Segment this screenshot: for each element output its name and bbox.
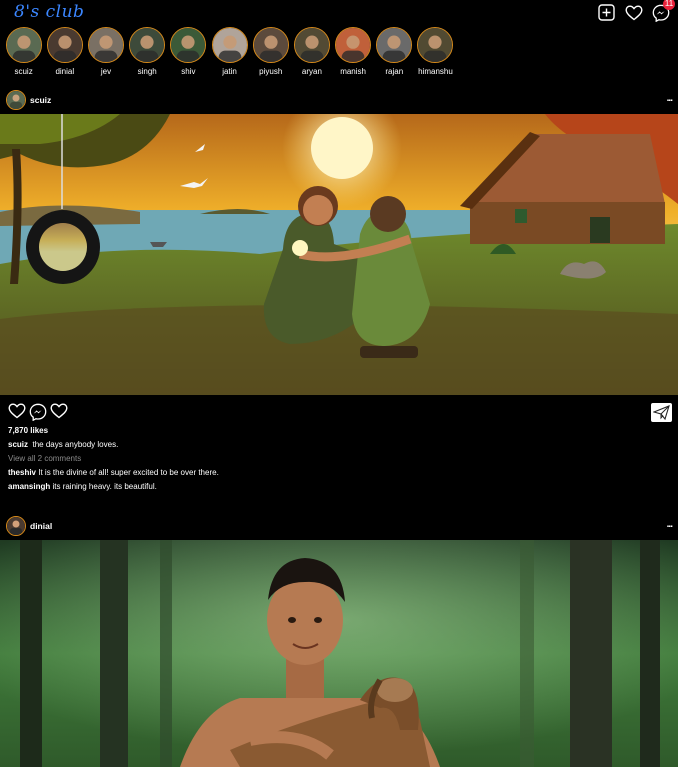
post-username[interactable]: scuiz	[30, 95, 51, 105]
story-avatar[interactable]	[211, 27, 248, 63]
comment: amansingh its raining heavy. its beautif…	[8, 482, 157, 491]
story-name: dinial	[55, 67, 75, 76]
story-avatar[interactable]	[417, 27, 454, 63]
comment-icon[interactable]	[29, 403, 47, 426]
heart-outline-icon[interactable]	[50, 403, 68, 426]
comment-text: its raining heavy. its beautiful.	[52, 482, 157, 491]
story-name: manish	[340, 67, 366, 76]
add-post-icon[interactable]	[597, 3, 616, 22]
comment-username[interactable]: amansingh	[8, 482, 50, 491]
story-avatar[interactable]	[335, 27, 372, 63]
story-avatar[interactable]	[293, 27, 330, 63]
story-item[interactable]: jatin	[209, 27, 250, 76]
story-name: jatin	[222, 67, 237, 76]
view-all-comments-link[interactable]: View all 2 comments	[8, 454, 81, 463]
post-image[interactable]	[0, 540, 678, 767]
story-name: aryan	[301, 67, 322, 76]
story-name: piyush	[259, 67, 283, 76]
caption-text: the days anybody loves.	[32, 440, 119, 449]
caption-username[interactable]: scuiz	[8, 440, 28, 449]
messenger-icon[interactable]: 11	[651, 0, 675, 22]
notification-badge: 11	[663, 0, 675, 10]
story-item[interactable]: scuiz	[3, 27, 44, 76]
story-item[interactable]: dinial	[44, 27, 85, 76]
more-options-icon[interactable]: ...	[667, 519, 673, 530]
header-icons: 11	[597, 0, 675, 22]
post-image[interactable]	[0, 114, 678, 395]
story-name: scuiz	[14, 67, 33, 76]
story-item[interactable]: rajan	[374, 27, 415, 76]
post-username[interactable]: dinial	[30, 521, 52, 531]
story-avatar[interactable]	[170, 27, 207, 63]
heart-icon[interactable]	[624, 3, 643, 22]
story-item[interactable]: jev	[85, 27, 126, 76]
send-icon[interactable]	[651, 403, 672, 422]
top-bar: 8's club 11	[0, 0, 678, 26]
post-actions	[8, 403, 68, 426]
story-item[interactable]: manish	[333, 27, 374, 76]
story-avatar[interactable]	[129, 27, 166, 63]
post-caption: scuiz the days anybody loves.	[8, 440, 118, 449]
story-avatar[interactable]	[376, 27, 413, 63]
post-header: dinial ...	[6, 515, 673, 537]
story-item[interactable]: singh	[127, 27, 168, 76]
story-item[interactable]: piyush	[250, 27, 291, 76]
story-name: singh	[137, 67, 157, 76]
story-avatar[interactable]	[5, 27, 42, 63]
story-avatar[interactable]	[87, 27, 124, 63]
story-item[interactable]: shiv	[168, 27, 209, 76]
story-name: rajan	[385, 67, 404, 76]
stories-row: scuiz dinial jev singh shiv jatin piyush aryan m…	[3, 27, 456, 76]
comment: theshiv It is the divine of all! super e…	[8, 468, 219, 477]
like-icon[interactable]	[8, 403, 26, 426]
story-name: himanshu	[418, 67, 453, 76]
avatar[interactable]	[6, 516, 26, 536]
avatar[interactable]	[6, 90, 26, 110]
story-item[interactable]: aryan	[291, 27, 332, 76]
story-avatar[interactable]	[46, 27, 83, 63]
more-options-icon[interactable]: ...	[667, 93, 673, 104]
comment-username[interactable]: theshiv	[8, 468, 36, 477]
comment-text: It is the divine of all! super excited t…	[38, 468, 219, 477]
likes-count: 7,870 likes	[8, 426, 49, 435]
app-logo[interactable]: 8's club	[14, 2, 84, 22]
story-name: shiv	[181, 67, 196, 76]
post-header: scuiz ...	[6, 89, 673, 111]
story-avatar[interactable]	[252, 27, 289, 63]
story-name: jev	[100, 67, 112, 76]
story-item[interactable]: himanshu	[415, 27, 456, 76]
